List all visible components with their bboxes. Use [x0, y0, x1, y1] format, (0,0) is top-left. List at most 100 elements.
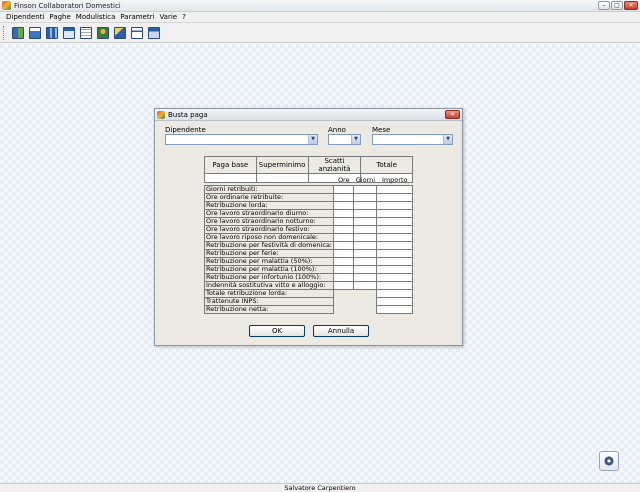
importo-cell[interactable] — [376, 232, 413, 242]
ore-cell[interactable] — [333, 240, 355, 250]
col-superminimo: Superminimo — [255, 156, 309, 174]
giorni-cell[interactable] — [353, 192, 378, 202]
calendar-tool-button[interactable] — [61, 25, 76, 40]
anno-label: Anno — [328, 126, 346, 134]
ore-cell[interactable] — [333, 256, 355, 266]
table-row: Retribuzione per malattia (50%): — [203, 256, 413, 266]
giorni-cell[interactable] — [353, 232, 378, 242]
row-label: Ore lavoro straordinario diurno: — [203, 208, 335, 218]
giorni-cell[interactable] — [353, 216, 378, 226]
importo-cell[interactable] — [376, 224, 413, 234]
row-label: Retribuzione per malattia (50%): — [203, 256, 335, 266]
table-row: Retribuzione lorda: — [203, 200, 413, 210]
document-tool-button[interactable] — [78, 25, 93, 40]
edit-icon — [113, 26, 126, 39]
user-tool-button[interactable] — [95, 25, 110, 40]
minimize-button[interactable]: – — [598, 1, 610, 10]
chevron-down-icon[interactable]: ▼ — [351, 135, 360, 144]
menu-dipendenti[interactable]: Dipendenti — [6, 13, 44, 21]
importo-cell[interactable] — [376, 184, 413, 194]
status-bar: Salvatore Carpentiero — [0, 483, 640, 492]
calculator-icon — [45, 26, 58, 39]
dialog-close-button[interactable]: ✕ — [445, 110, 460, 119]
ore-cell[interactable] — [333, 184, 355, 194]
importo-cell[interactable] — [376, 296, 413, 306]
importo-cell[interactable] — [376, 264, 413, 274]
dialog-title-bar: Busta paga ✕ — [155, 109, 462, 121]
copy-tool-button[interactable] — [146, 25, 161, 40]
dipendente-select[interactable]: ▼ — [165, 134, 318, 145]
row-label: Trattenute INPS: — [203, 296, 335, 306]
employees-tool-button[interactable] — [10, 25, 25, 40]
ore-cell[interactable] — [333, 264, 355, 274]
row-label: Ore lavoro riposo non domenicale: — [203, 232, 335, 242]
importo-cell[interactable] — [376, 208, 413, 218]
chevron-down-icon[interactable]: ▼ — [308, 135, 317, 144]
importo-cell[interactable] — [376, 304, 413, 314]
importo-cell[interactable] — [376, 240, 413, 250]
table-row: Retribuzione netta: — [203, 304, 413, 314]
menu-bar: Dipendenti Paghe Modulistica Parametri V… — [0, 12, 640, 23]
edit-tool-button[interactable] — [112, 25, 127, 40]
ore-cell[interactable] — [333, 232, 355, 242]
calculator-tool-button[interactable] — [44, 25, 59, 40]
ok-button[interactable]: OK — [249, 325, 305, 337]
giorni-cell[interactable] — [353, 272, 378, 282]
ore-cell[interactable] — [333, 192, 355, 202]
menu-modulistica[interactable]: Modulistica — [76, 13, 116, 21]
col-importo: Importo — [381, 176, 408, 185]
giorni-cell[interactable] — [353, 240, 378, 250]
importo-cell[interactable] — [376, 272, 413, 282]
ore-cell[interactable] — [333, 216, 355, 226]
col-scatti-anzianita: Scatti anzianità — [307, 156, 362, 174]
giorni-cell[interactable] — [353, 208, 378, 218]
menu-help[interactable]: ? — [182, 13, 186, 21]
windows-icon — [28, 26, 41, 39]
cancel-button[interactable]: Annulla — [313, 325, 369, 337]
menu-parametri[interactable]: Parametri — [120, 13, 154, 21]
giorni-cell[interactable] — [353, 200, 378, 210]
importo-cell[interactable] — [376, 288, 413, 298]
close-button[interactable]: ✕ — [624, 1, 638, 10]
dipendente-label: Dipendente — [165, 126, 206, 134]
tray-widget[interactable] — [599, 451, 619, 471]
table-row: Trattenute INPS: — [203, 296, 413, 306]
menu-varie[interactable]: Varie — [159, 13, 177, 21]
ore-cell[interactable] — [333, 272, 355, 282]
menu-paghe[interactable]: Paghe — [49, 13, 70, 21]
table-row: Ore lavoro riposo non domenicale: — [203, 232, 413, 242]
importo-cell[interactable] — [376, 200, 413, 210]
row-label: Retribuzione per ferie: — [203, 248, 335, 258]
ore-cell[interactable] — [333, 280, 355, 290]
anno-select[interactable]: ▼ — [328, 134, 361, 145]
toolbar-grip[interactable] — [3, 25, 6, 40]
giorni-cell[interactable] — [353, 264, 378, 274]
status-user: Salvatore Carpentiero — [284, 484, 356, 492]
importo-cell[interactable] — [376, 280, 413, 290]
chevron-down-icon[interactable]: ▼ — [443, 135, 452, 144]
giorni-cell[interactable] — [353, 248, 378, 258]
giorni-cell[interactable] — [353, 280, 378, 290]
ore-cell[interactable] — [333, 224, 355, 234]
row-label: Ore lavoro straordinario notturno: — [203, 216, 335, 226]
importo-cell[interactable] — [376, 256, 413, 266]
importo-cell[interactable] — [376, 248, 413, 258]
ore-cell[interactable] — [333, 208, 355, 218]
giorni-cell[interactable] — [353, 184, 378, 194]
ore-cell[interactable] — [333, 248, 355, 258]
giorni-cell[interactable] — [353, 224, 378, 234]
windows-tool-button[interactable] — [27, 25, 42, 40]
ore-cell[interactable] — [333, 200, 355, 210]
title-bar: Finson Collaboratori Domestici – □ ✕ — [0, 0, 640, 12]
table-tool-button[interactable] — [129, 25, 144, 40]
importo-cell[interactable] — [376, 192, 413, 202]
col-ore: Ore — [337, 176, 350, 185]
table-row: Ore ordinarie retribuite: — [203, 192, 413, 202]
table-row: Giorni retribuiti: — [203, 184, 413, 194]
table-row: Totale retribuzione lorda: — [203, 288, 413, 298]
importo-cell[interactable] — [376, 216, 413, 226]
maximize-button[interactable]: □ — [611, 1, 623, 10]
giorni-cell[interactable] — [353, 256, 378, 266]
mese-select[interactable]: ▼ — [372, 134, 453, 145]
table-row: Ore lavoro straordinario festivo: — [203, 224, 413, 234]
